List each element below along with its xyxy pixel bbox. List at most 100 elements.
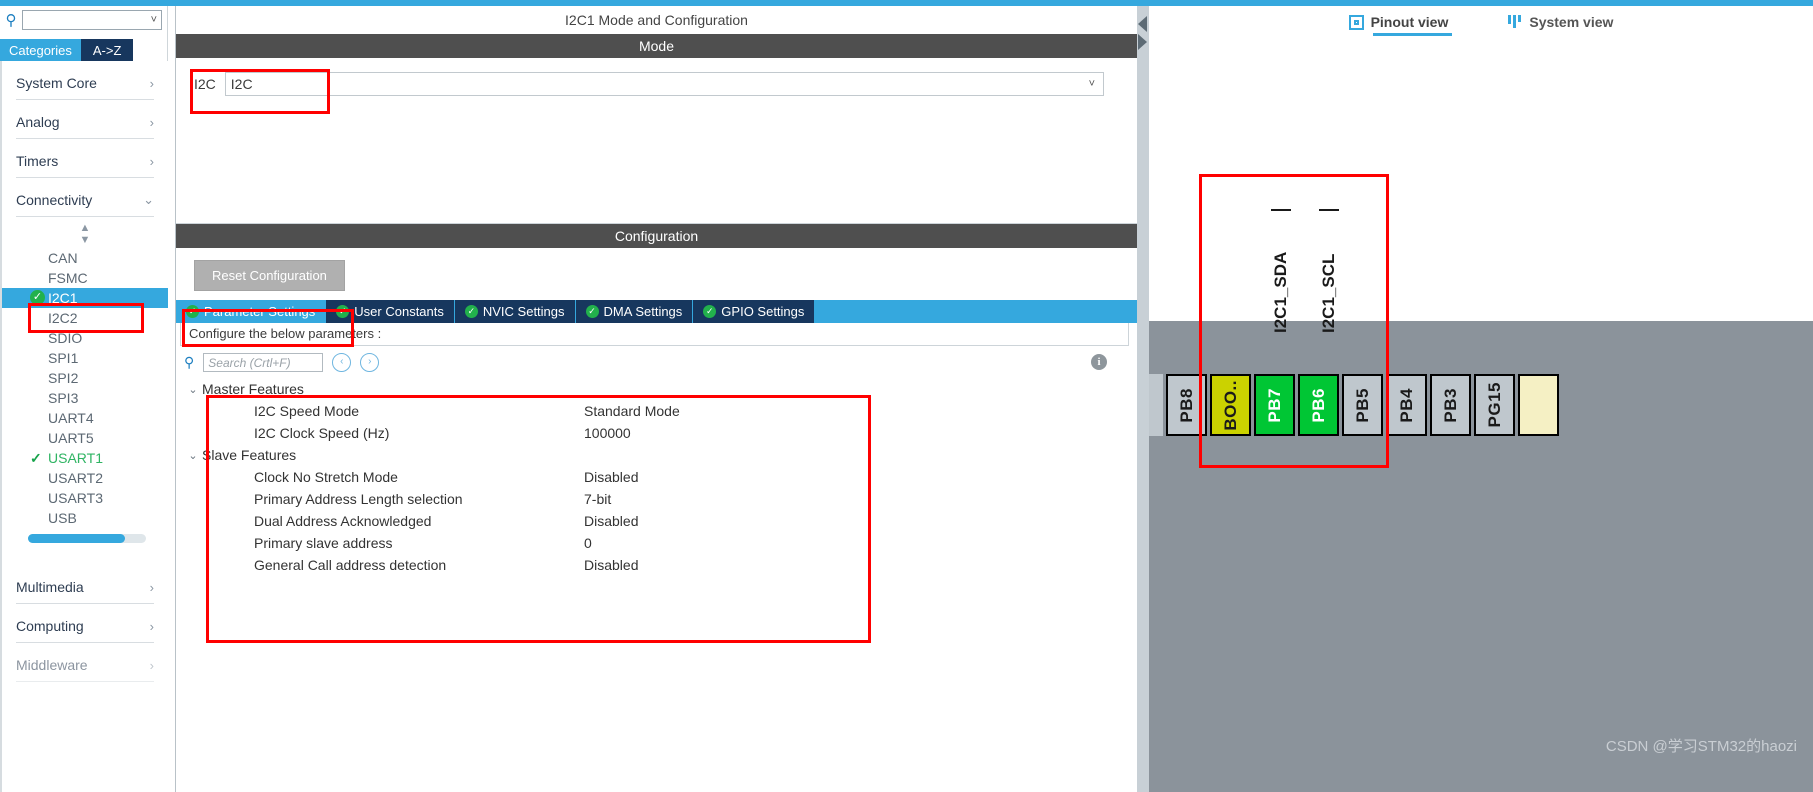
expand-right-icon[interactable] bbox=[1138, 34, 1147, 50]
peripheral-item-usart3[interactable]: USART3 bbox=[2, 488, 168, 508]
configure-note: Configure the below parameters : bbox=[180, 323, 1129, 346]
search-next-button[interactable]: › bbox=[360, 353, 380, 372]
tab-label: User Constants bbox=[354, 304, 444, 319]
mode-select[interactable]: I2C ˅ bbox=[224, 72, 1104, 96]
sidebar-group-timers[interactable]: Timers › bbox=[16, 139, 154, 178]
pin-unnamed[interactable] bbox=[1518, 374, 1559, 436]
table-row[interactable]: Primary slave address 0 bbox=[184, 532, 1137, 554]
peripheral-item-usart1[interactable]: ✓ USART1 bbox=[2, 448, 168, 468]
param-value[interactable]: 100000 bbox=[584, 425, 631, 441]
pin-pb6[interactable]: PB6 bbox=[1298, 374, 1339, 436]
mode-row: I2C I2C ˅ bbox=[176, 72, 1137, 96]
reset-configuration-button[interactable]: Reset Configuration bbox=[194, 260, 345, 291]
pin-label: PB8 bbox=[1176, 387, 1196, 423]
tab-parameter-settings[interactable]: ✓ Parameter Settings bbox=[176, 300, 327, 323]
pin-spacer bbox=[1149, 374, 1163, 436]
tab-pinout-view[interactable]: Pinout view bbox=[1348, 14, 1453, 36]
peripheral-item-spi2[interactable]: SPI2 bbox=[2, 368, 168, 388]
pin-pg15[interactable]: PG15 bbox=[1474, 374, 1515, 436]
table-row[interactable]: I2C Clock Speed (Hz) 100000 bbox=[184, 422, 1137, 444]
chevron-down-icon: ˅ bbox=[150, 14, 157, 26]
param-value[interactable]: Disabled bbox=[584, 513, 638, 529]
param-name: I2C Speed Mode bbox=[254, 403, 360, 419]
chevron-down-icon[interactable]: ⌄ bbox=[184, 383, 202, 396]
tab-label: Parameter Settings bbox=[204, 304, 316, 319]
param-value[interactable]: Disabled bbox=[584, 557, 638, 573]
list-spinner-handle[interactable]: ▲ ▼ bbox=[2, 217, 168, 248]
peripheral-item-i2c2[interactable]: I2C2 bbox=[2, 308, 168, 328]
check-circle-icon: ✓ bbox=[585, 305, 599, 318]
pin-label: PB5 bbox=[1352, 387, 1372, 423]
configuration-tabs: ✓ Parameter Settings ✓ User Constants ✓ … bbox=[176, 300, 1137, 323]
sidebar-group-system-core[interactable]: System Core › bbox=[16, 61, 154, 100]
peripheral-item-usb[interactable]: USB bbox=[2, 508, 168, 528]
section-divider bbox=[176, 213, 1137, 224]
peripheral-item-spi1[interactable]: SPI1 bbox=[2, 348, 168, 368]
pin-boot[interactable]: BOO.. bbox=[1210, 374, 1251, 436]
peripheral-item-sdio[interactable]: SDIO bbox=[2, 328, 168, 348]
search-icon: ⚲ bbox=[5, 12, 17, 29]
peripheral-item-spi3[interactable]: SPI3 bbox=[2, 388, 168, 408]
param-group-master-features[interactable]: ⌄ Master Features bbox=[184, 378, 1137, 400]
sidebar-group-connectivity[interactable]: Connectivity ⌄ bbox=[16, 178, 154, 217]
pinout-canvas[interactable]: I2C1_SDA I2C1_SCL PB8 BOO.. PB7 PB6 PB5 … bbox=[1149, 44, 1813, 792]
table-row[interactable]: Dual Address Acknowledged Disabled bbox=[184, 510, 1137, 532]
table-row[interactable]: General Call address detection Disabled bbox=[184, 554, 1137, 576]
sidebar-group-analog[interactable]: Analog › bbox=[16, 100, 154, 139]
peripheral-item-fsmc[interactable]: FSMC bbox=[2, 268, 168, 288]
sidebar-search-input[interactable]: ˅ bbox=[22, 10, 162, 30]
param-value[interactable]: Standard Mode bbox=[584, 403, 680, 419]
group-label: Connectivity bbox=[16, 192, 93, 208]
chevron-right-icon: › bbox=[149, 657, 154, 673]
tab-a-to-z[interactable]: A->Z bbox=[80, 39, 134, 61]
pin-pb4[interactable]: PB4 bbox=[1386, 374, 1427, 436]
peripheral-item-uart4[interactable]: UART4 bbox=[2, 408, 168, 428]
peripheral-item-i2c1[interactable]: ✓ I2C1 bbox=[2, 288, 168, 308]
table-row[interactable]: I2C Speed Mode Standard Mode bbox=[184, 400, 1137, 422]
peripheral-item-usart2[interactable]: USART2 bbox=[2, 468, 168, 488]
peripheral-label: I2C2 bbox=[48, 310, 78, 326]
tab-dma-settings[interactable]: ✓ DMA Settings bbox=[575, 300, 694, 323]
pin-pb8[interactable]: PB8 bbox=[1166, 374, 1207, 436]
sidebar-group-computing[interactable]: Computing › bbox=[16, 604, 154, 643]
pin-pb5[interactable]: PB5 bbox=[1342, 374, 1383, 436]
tab-gpio-settings[interactable]: ✓ GPIO Settings bbox=[693, 300, 816, 323]
chevron-down-icon[interactable]: ⌄ bbox=[184, 449, 202, 462]
sidebar-group-multimedia[interactable]: Multimedia › bbox=[16, 565, 154, 604]
panel-splitter[interactable] bbox=[1137, 6, 1149, 792]
pinout-panel: Pinout view System view I2C1_SDA I2C1_SC… bbox=[1149, 6, 1813, 792]
search-prev-button[interactable]: ‹ bbox=[332, 353, 352, 372]
pin-pb7[interactable]: PB7 bbox=[1254, 374, 1295, 436]
group-label: System Core bbox=[16, 75, 97, 91]
tab-system-view[interactable]: System view bbox=[1508, 14, 1613, 36]
check-circle-icon: ✓ bbox=[336, 305, 350, 318]
tab-categories[interactable]: Categories bbox=[0, 39, 81, 61]
peripheral-item-uart5[interactable]: UART5 bbox=[2, 428, 168, 448]
view-tabs: Pinout view System view bbox=[1149, 6, 1813, 44]
configured-check-icon: ✓ bbox=[30, 290, 45, 305]
reset-row: Reset Configuration bbox=[176, 248, 1137, 300]
param-value[interactable]: 7-bit bbox=[584, 491, 611, 507]
info-icon[interactable]: i bbox=[1091, 354, 1107, 370]
sidebar-search-row: ⚲ ˅ bbox=[0, 6, 168, 34]
chevron-right-icon: › bbox=[149, 618, 154, 634]
tab-nvic-settings[interactable]: ✓ NVIC Settings bbox=[454, 300, 576, 323]
table-row[interactable]: Clock No Stretch Mode Disabled bbox=[184, 466, 1137, 488]
scrollbar-thumb[interactable] bbox=[28, 534, 125, 543]
horizontal-scrollbar[interactable] bbox=[28, 534, 146, 543]
param-name: Primary Address Length selection bbox=[254, 491, 463, 507]
tab-user-constants[interactable]: ✓ User Constants bbox=[326, 300, 455, 323]
check-circle-icon: ✓ bbox=[186, 305, 199, 318]
group-label: Multimedia bbox=[16, 579, 84, 595]
sidebar-group-middleware[interactable]: Middleware › bbox=[16, 643, 154, 682]
table-row[interactable]: Primary Address Length selection 7-bit bbox=[184, 488, 1137, 510]
param-group-slave-features[interactable]: ⌄ Slave Features bbox=[184, 444, 1137, 466]
collapse-left-icon[interactable] bbox=[1138, 16, 1147, 32]
param-value[interactable]: Disabled bbox=[584, 469, 638, 485]
pin-strip: PB8 BOO.. PB7 PB6 PB5 PB4 PB3 PG15 bbox=[1149, 374, 1562, 436]
peripheral-item-can[interactable]: CAN bbox=[2, 248, 168, 268]
pin-pb3[interactable]: PB3 bbox=[1430, 374, 1471, 436]
param-value[interactable]: 0 bbox=[584, 535, 592, 551]
parameter-search-input[interactable]: Search (Crtl+F) bbox=[203, 353, 324, 372]
group-label: Analog bbox=[16, 114, 60, 130]
